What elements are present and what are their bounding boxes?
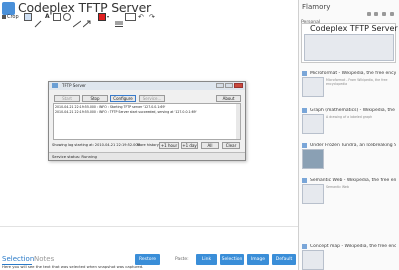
list-item-title[interactable]: Under Frozen Tundra, an Icebreaking Ship… (310, 143, 396, 148)
crop-label[interactable]: Crop (7, 12, 19, 22)
selection-button[interactable]: Selection (220, 254, 244, 265)
log-line: 2010-04-21 22:19:55.000 : INFO : Startin… (55, 105, 166, 109)
service-status: Service status: Running (52, 154, 97, 159)
wikipedia-icon (302, 244, 307, 249)
list-item-desc: A drawing of a labeled graph (326, 115, 373, 119)
wikipedia-icon (302, 178, 307, 183)
thumbnail (302, 250, 324, 270)
list-item-title[interactable]: Microformat - Wikipedia, the free encycl… (310, 71, 396, 76)
pointer-icon[interactable] (24, 13, 32, 21)
redo-icon[interactable]: ↷ (149, 12, 155, 22)
wikipedia-icon (302, 108, 307, 113)
log-line: 2010-04-21 22:19:55.000 : INFO : TFTP Se… (55, 110, 197, 114)
all-button[interactable]: All (201, 142, 219, 149)
list-item-title[interactable]: Codeplex TFTP Server (310, 24, 398, 33)
about-button[interactable]: About (216, 95, 241, 102)
configure-button[interactable]: Configure (110, 95, 136, 102)
list-view-icon[interactable] (367, 12, 371, 16)
default-button[interactable]: Default (272, 254, 296, 265)
toolbar: Crop A ▾ ↶ ↷ (0, 12, 298, 28)
window-app-icon (52, 83, 58, 88)
tab-notes[interactable]: Notes (34, 255, 54, 263)
link-button[interactable]: Link (196, 254, 217, 265)
list-item-desc: Microformat - From Wikipedia, the free e… (326, 78, 388, 86)
line-icon[interactable] (72, 13, 82, 28)
more-history-label: More history: (137, 143, 160, 147)
service-button[interactable]: Service... (139, 95, 165, 102)
thumbnail (302, 184, 324, 204)
line-width-icon[interactable] (115, 13, 123, 27)
tab-selection[interactable]: Selection (2, 255, 34, 263)
rectangle-icon[interactable] (53, 13, 61, 21)
text-tool-icon[interactable]: A (45, 12, 50, 22)
list-item-title[interactable]: Graph (mathematics) - Wikipedia, the fre… (310, 108, 396, 113)
stop-button[interactable]: Stop (82, 95, 108, 102)
plus-hour-button[interactable]: +1 hour (159, 142, 179, 149)
color-picker-icon[interactable] (98, 13, 106, 21)
plus-day-button[interactable]: +1 day (181, 142, 198, 149)
settings-icon[interactable] (382, 12, 386, 16)
close-panel-icon[interactable] (390, 12, 394, 16)
minimize-icon[interactable] (216, 83, 224, 88)
image-button[interactable]: Image (247, 254, 269, 265)
flamory-title: Flamory (302, 3, 331, 11)
list-item-title[interactable]: Semantic Web - Wikipedia, the free encyc… (310, 178, 396, 183)
undo-icon[interactable]: ↶ (138, 12, 144, 22)
list-item-desc: Semantic Web (326, 185, 349, 189)
selection-text: Here you will see the text that was sele… (2, 264, 144, 269)
thumbnail (302, 77, 324, 97)
thumbnail (302, 114, 324, 134)
clear-button[interactable]: Clear (222, 142, 240, 149)
pen-icon[interactable] (34, 13, 42, 28)
log-scrollbar[interactable] (236, 104, 240, 139)
list-item-title[interactable]: Concept map - Wikipedia, the free encycl… (310, 244, 396, 249)
wikipedia-icon (302, 71, 307, 76)
thumbnail (304, 34, 394, 61)
ellipse-icon[interactable] (63, 13, 71, 21)
divider (0, 226, 298, 227)
arrow-icon[interactable] (82, 13, 91, 28)
start-button[interactable]: Start (54, 95, 80, 102)
thumbnail (302, 149, 324, 169)
paste-label: Paste: (175, 257, 189, 262)
restore-button[interactable]: Restore (135, 254, 160, 265)
grid-view-icon[interactable] (374, 12, 378, 16)
showing-log-label: Showing log starting at: 2010-04-21 22:1… (52, 143, 140, 147)
color-dropdown-icon[interactable]: ▾ (107, 12, 109, 22)
maximize-icon[interactable] (225, 83, 233, 88)
web-icon (302, 143, 307, 148)
font-size-dropdown-icon[interactable] (125, 13, 136, 21)
close-icon[interactable] (234, 83, 243, 88)
crop-icon[interactable] (2, 15, 6, 19)
window-title: TFTP Server (62, 83, 86, 88)
